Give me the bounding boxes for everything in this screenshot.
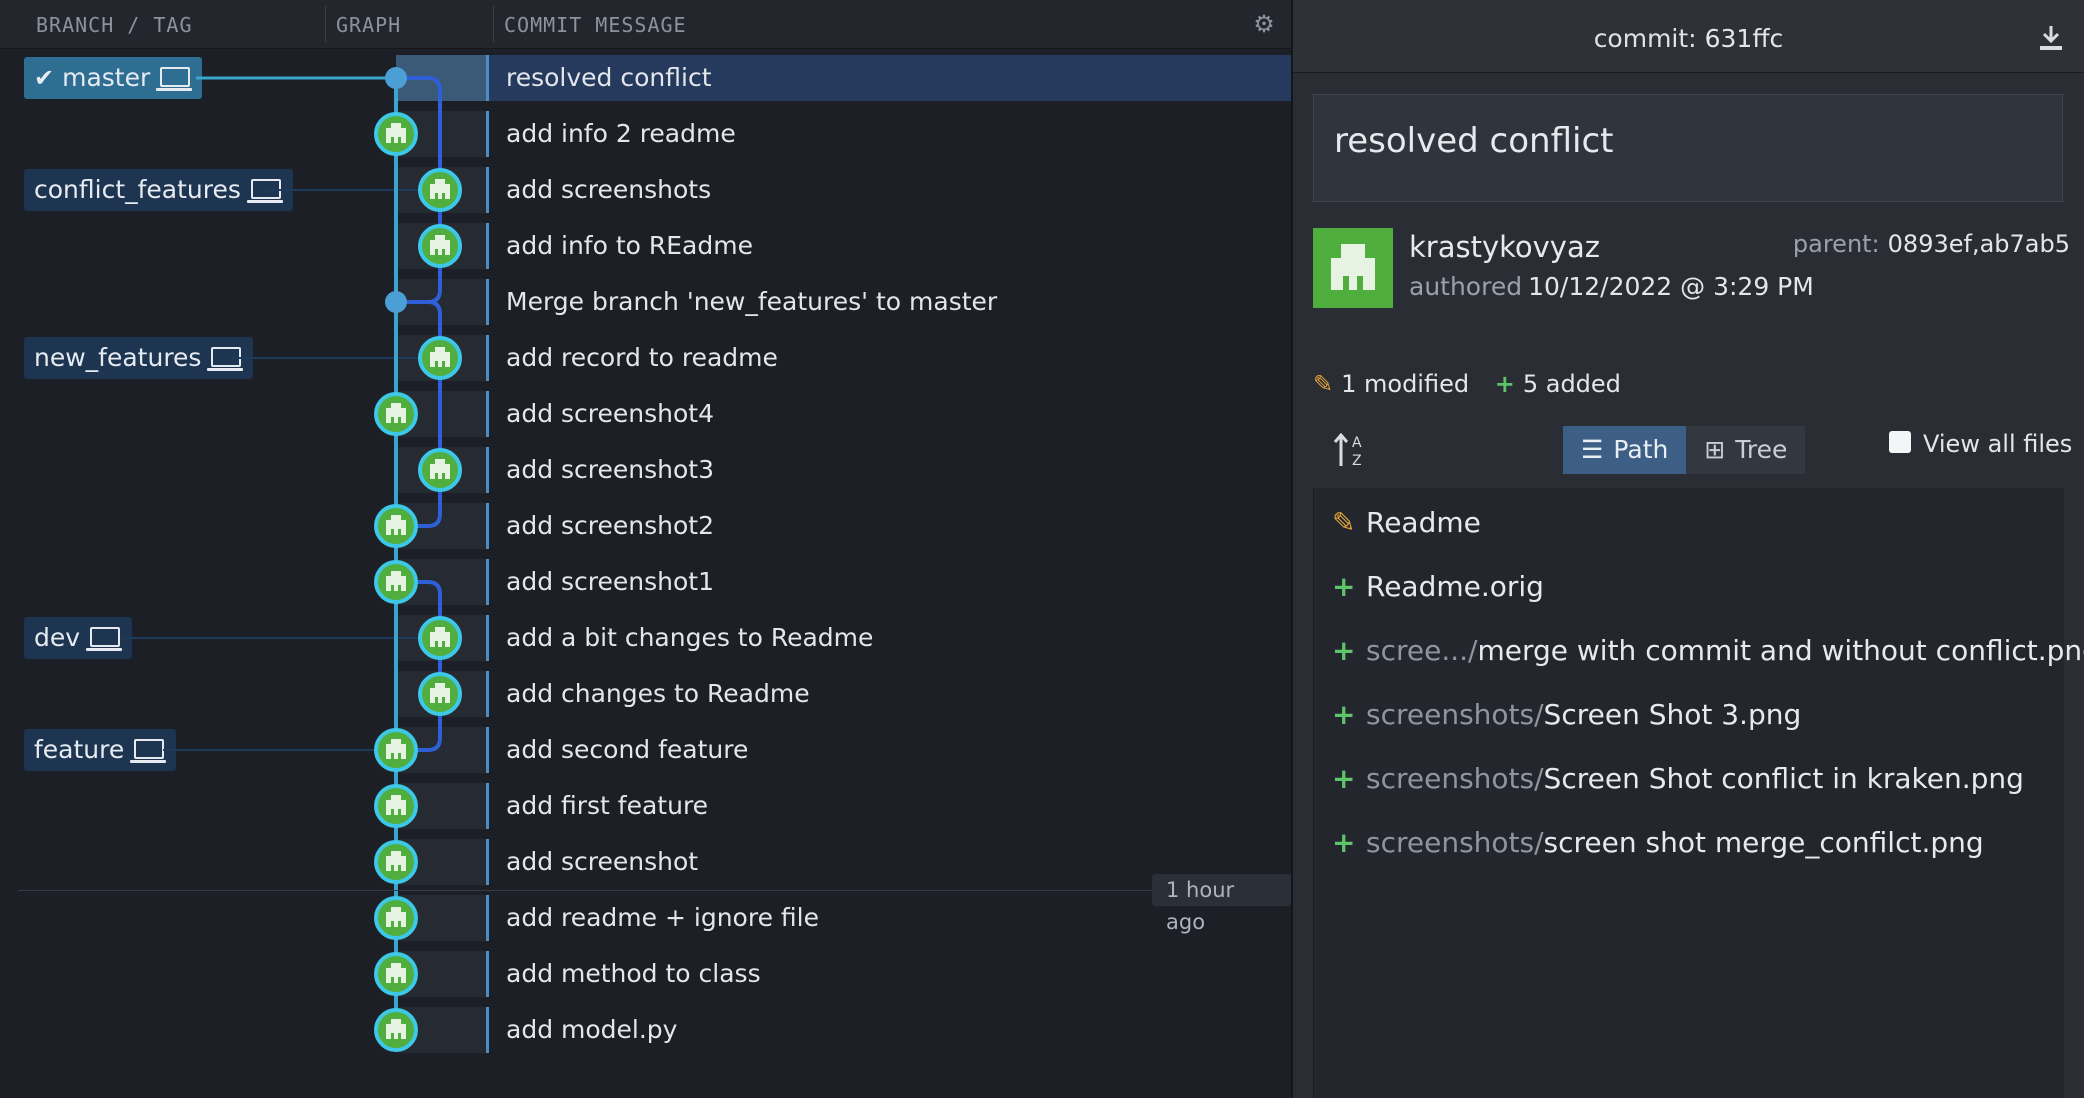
author-name: krastykovyaz bbox=[1409, 230, 1600, 264]
merge-node bbox=[385, 291, 407, 313]
commit-message[interactable]: add readme + ignore file bbox=[506, 890, 819, 946]
commit-header: commit: 631ffc bbox=[1293, 0, 2084, 73]
time-divider bbox=[18, 890, 1152, 891]
added-count: 5 added bbox=[1522, 370, 1621, 398]
commit-graph-pane: BRANCH / TAG GRAPH COMMIT MESSAGE ⚙ reso… bbox=[0, 0, 1293, 1098]
file-name: Screen Shot conflict in kraken.png bbox=[1543, 762, 2024, 795]
file-name: Readme bbox=[1366, 506, 1481, 539]
modified-count: 1 modified bbox=[1341, 370, 1470, 398]
commit-message[interactable]: add changes to Readme bbox=[506, 666, 810, 722]
changed-file-item[interactable]: + screenshots/Screen Shot 3.png bbox=[1332, 690, 1801, 740]
commit-message[interactable]: Merge branch 'new_features' to master bbox=[506, 274, 997, 330]
view-all-files-label: View all files bbox=[1923, 430, 2073, 458]
file-name: Readme.orig bbox=[1366, 570, 1544, 603]
pencil-icon: ✎ bbox=[1313, 370, 1334, 398]
commit-message[interactable]: resolved conflict bbox=[506, 50, 712, 106]
gear-icon[interactable]: ⚙ bbox=[1252, 12, 1276, 36]
parent-label: parent: bbox=[1792, 230, 1880, 258]
plus-icon: + bbox=[1332, 698, 1356, 731]
change-stats: ✎ 1 modified +5 added bbox=[1313, 370, 1621, 398]
commit-sha[interactable]: 631ffc bbox=[1705, 24, 1784, 53]
sort-alpha-icon[interactable]: A Z bbox=[1333, 430, 1367, 470]
commit-message[interactable]: add info 2 readme bbox=[506, 106, 736, 162]
file-directory: screenshots/ bbox=[1366, 698, 1544, 731]
time-marker-label: 1 hour ago bbox=[1152, 874, 1291, 934]
plus-icon: + bbox=[1332, 826, 1356, 859]
commit-message[interactable]: add info to REadme bbox=[506, 218, 753, 274]
tree-view-label: Tree bbox=[1735, 435, 1788, 464]
plus-icon: + bbox=[1332, 634, 1356, 667]
svg-text:A: A bbox=[1352, 435, 1362, 451]
commit-message[interactable]: add a bit changes to Readme bbox=[506, 610, 873, 666]
parent-value[interactable]: 0893ef,ab7ab5 bbox=[1888, 230, 2070, 258]
view-mode-toggle: ☰ Path ⊞ Tree bbox=[1563, 426, 1806, 474]
tree-view-button[interactable]: ⊞ Tree bbox=[1686, 426, 1806, 474]
pencil-icon: ✎ bbox=[1332, 506, 1356, 539]
changed-file-item[interactable]: + screenshots/Screen Shot conflict in kra… bbox=[1332, 754, 2024, 804]
changed-file-item[interactable]: ✎ Readme bbox=[1332, 498, 1481, 548]
tree-icon: ⊞ bbox=[1704, 435, 1726, 464]
merge-node bbox=[385, 67, 407, 89]
commit-label: commit: bbox=[1593, 24, 1697, 53]
commit-message[interactable]: add screenshot4 bbox=[506, 386, 714, 442]
commit-message[interactable]: add screenshot bbox=[506, 834, 698, 890]
file-name: Screen Shot 3.png bbox=[1543, 698, 1802, 731]
commit-message[interactable]: add record to readme bbox=[506, 330, 778, 386]
plus-icon: + bbox=[1494, 370, 1515, 398]
changed-file-item[interactable]: + Readme.orig bbox=[1332, 562, 1544, 612]
list-icon: ☰ bbox=[1581, 435, 1604, 464]
path-view-label: Path bbox=[1613, 435, 1669, 464]
file-name: merge with commit and without conflict.p… bbox=[1477, 634, 2084, 667]
author-avatar bbox=[1313, 228, 1393, 308]
file-directory: scree.../ bbox=[1366, 634, 1478, 667]
plus-icon: + bbox=[1332, 570, 1356, 603]
svg-text:Z: Z bbox=[1352, 453, 1362, 469]
authored-value: 10/12/2022 @ 3:29 PM bbox=[1528, 272, 1814, 301]
commit-message[interactable]: add screenshot2 bbox=[506, 498, 714, 554]
download-icon[interactable] bbox=[2038, 24, 2064, 52]
commit-message[interactable]: add screenshots bbox=[506, 162, 711, 218]
file-name: screen shot merge_confilct.png bbox=[1543, 826, 1984, 859]
commit-message[interactable]: add method to class bbox=[506, 946, 761, 1002]
changed-files-list: ✎ Readme + Readme.orig + scree.../merge with … bbox=[1313, 488, 2084, 1098]
commit-message[interactable]: add screenshot3 bbox=[506, 442, 714, 498]
changed-file-item[interactable]: + scree.../merge with commit and without … bbox=[1332, 626, 2084, 676]
commit-message[interactable]: add first feature bbox=[506, 778, 708, 834]
commit-message[interactable]: add screenshot1 bbox=[506, 554, 714, 610]
authored-date: authored 10/12/2022 @ 3:29 PM bbox=[1409, 272, 1814, 301]
checkbox[interactable] bbox=[1889, 431, 1911, 453]
parent-commits: parent: 0893ef,ab7ab5 bbox=[1793, 230, 2070, 258]
commit-details-pane: commit: 631ffc resolved conflict krastyko… bbox=[1293, 0, 2084, 1098]
changed-file-item[interactable]: + screenshots/screen shot merge_confilct.… bbox=[1332, 818, 1984, 868]
commit-summary[interactable]: resolved conflict bbox=[1313, 94, 2063, 202]
commit-graph bbox=[122, 67, 462, 1052]
commit-message-column-header[interactable]: COMMIT MESSAGE bbox=[504, 0, 687, 48]
file-directory: screenshots/ bbox=[1366, 762, 1544, 795]
path-view-button[interactable]: ☰ Path bbox=[1563, 426, 1687, 474]
commit-message[interactable]: add second feature bbox=[506, 722, 748, 778]
branch-lane-line bbox=[396, 580, 442, 752]
file-directory: screenshots/ bbox=[1366, 826, 1544, 859]
commit-message[interactable]: add model.py bbox=[506, 1002, 677, 1058]
plus-icon: + bbox=[1332, 762, 1356, 795]
view-all-files-checkbox[interactable]: View all files bbox=[1889, 430, 2072, 458]
authored-label: authored bbox=[1409, 272, 1523, 301]
